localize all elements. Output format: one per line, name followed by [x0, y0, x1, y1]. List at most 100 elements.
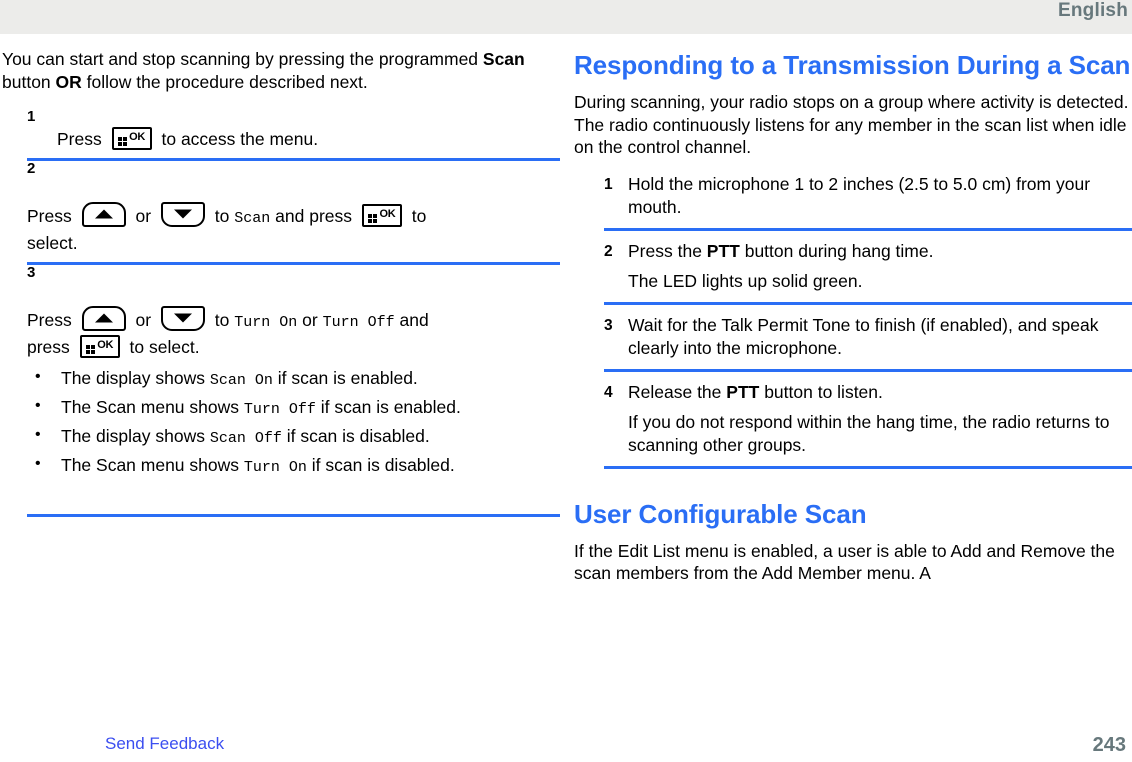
step1-after-label: to access the menu.	[161, 129, 319, 149]
triangle-up-icon	[94, 313, 113, 323]
step2-line1: Press or to Scan and press OK to	[27, 201, 560, 231]
step2-to-label2: to	[411, 206, 427, 226]
left-column-closing-rule	[27, 514, 560, 517]
list-item: The Scan menu shows Turn Off if scan is …	[27, 394, 560, 422]
bullet-text-b: if scan is enabled.	[272, 368, 418, 388]
page-footer: Send Feedback 243	[0, 716, 1132, 762]
page-title-responding-to-transmission: Responding to a Transmission During a Sc…	[574, 50, 1131, 80]
step-number: 2	[604, 242, 613, 260]
ok-key-label: OK	[379, 207, 396, 220]
step3-or-label: or	[135, 310, 152, 330]
step-number: 1	[27, 108, 36, 125]
bullet-text-b: if scan is disabled.	[306, 455, 455, 475]
triangle-down-icon	[173, 209, 192, 219]
step3-press-label2: press	[27, 337, 70, 357]
send-feedback-link[interactable]: Send Feedback	[105, 734, 224, 754]
page-number: 243	[1092, 734, 1126, 756]
step2-text-after: button during hang time.	[739, 240, 934, 261]
down-arrow-key-icon	[160, 201, 205, 227]
step-item: 3 Wait for the Talk Permit Tone to finis…	[604, 305, 1132, 372]
page-body: You can start and stop scanning by press…	[0, 34, 1132, 716]
step-item: 1 Hold the microphone 1 to 2 inches (2.5…	[604, 173, 1132, 231]
step3-main-text: Wait for the Talk Permit Tone to finish …	[628, 314, 1099, 358]
step3-press-label: Press	[27, 310, 72, 330]
step-text: Press OK to access the menu.	[27, 126, 319, 150]
step-text: Press the PTT button during hang time. T…	[628, 240, 1132, 293]
step-number: 1	[604, 175, 613, 193]
step4-text-before: Release the	[628, 381, 727, 402]
step-item: 4 Release the PTT button to listen. If y…	[604, 372, 1132, 469]
list-item: The Scan menu shows Turn On if scan is d…	[27, 452, 560, 480]
step2-text-before: Press the	[628, 240, 707, 261]
step-number: 4	[604, 383, 613, 401]
step3-line1: Press or to Turn On or Turn Off and	[27, 305, 560, 335]
step2-menu-target: Scan	[234, 210, 271, 227]
step2-and-press-label: and press	[275, 206, 353, 226]
menu-grid-icon	[86, 341, 96, 354]
bullet-mono: Turn On	[243, 459, 307, 476]
ok-key-icon: OK	[79, 334, 120, 358]
step3-option-turn-off: Turn Off	[322, 314, 395, 331]
intro-text-part1: You can start and stop scanning by press…	[2, 49, 483, 69]
down-arrow-key-icon	[160, 305, 205, 331]
right-procedure-steps: 1 Hold the microphone 1 to 2 inches (2.5…	[574, 173, 1132, 469]
intro-bold-scan: Scan	[482, 49, 525, 69]
bullet-text-a: The display shows	[61, 368, 210, 388]
ok-key-icon: OK	[111, 126, 152, 150]
intro-paragraph: You can start and stop scanning by press…	[2, 48, 560, 93]
step2-bold-ptt: PTT	[706, 240, 740, 261]
step-number: 2	[27, 160, 36, 177]
step3-select-label: to select.	[129, 337, 200, 357]
bullet-text-b: if scan is disabled.	[281, 426, 430, 446]
step4-text-after: button to listen.	[759, 381, 883, 402]
step3-notes-list: The display shows Scan On if scan is ena…	[27, 365, 560, 480]
list-item: The display shows Scan On if scan is ena…	[27, 365, 560, 393]
step1-main-text: Hold the microphone 1 to 2 inches (2.5 t…	[628, 173, 1091, 217]
bullet-mono: Scan On	[209, 372, 273, 389]
up-arrow-key-icon	[81, 305, 126, 331]
header-language-label: English	[1057, 0, 1128, 21]
step3-to-label: to	[214, 310, 230, 330]
step3-and-label: and	[399, 310, 429, 330]
step3-or-label2: or	[302, 310, 318, 330]
step-number: 3	[27, 264, 36, 281]
step3-option-turn-on: Turn On	[234, 314, 298, 331]
bullet-text-a: The Scan menu shows	[61, 455, 244, 475]
ok-key-icon: OK	[361, 203, 402, 227]
list-item: The display shows Scan Off if scan is di…	[27, 423, 560, 451]
step4-bold-ptt: PTT	[726, 381, 760, 402]
step2-result-text: The LED lights up solid green.	[628, 270, 863, 291]
right-column: Responding to a Transmission During a Sc…	[568, 48, 1132, 716]
step-text: Press or to Scan and press OK to select.	[27, 181, 560, 256]
menu-grid-icon	[368, 210, 378, 223]
ok-key-label: OK	[97, 338, 114, 351]
bullet-mono: Turn Off	[243, 401, 316, 418]
triangle-down-icon	[173, 313, 192, 323]
ok-key-label: OK	[129, 130, 146, 143]
step-text: Wait for the Talk Permit Tone to finish …	[628, 314, 1132, 360]
left-column: You can start and stop scanning by press…	[0, 48, 568, 716]
left-procedure-steps: 1 Press OK to access the menu. 2 Press o…	[2, 109, 560, 488]
step2-line2: select.	[27, 233, 78, 253]
page-header: English	[0, 0, 1132, 34]
step2-press-label: Press	[27, 206, 72, 226]
step4-result-text: If you do not respond within the hang ti…	[628, 411, 1110, 455]
page-title-user-configurable-scan: User Configurable Scan	[574, 498, 867, 529]
step2-to-label: to	[214, 206, 230, 226]
step3-line2: press OK to select.	[27, 334, 560, 360]
triangle-up-icon	[94, 209, 113, 219]
bullet-text-a: The display shows	[61, 426, 210, 446]
step-text: Release the PTT button to listen. If you…	[628, 381, 1132, 457]
menu-grid-icon	[118, 133, 128, 146]
bullet-text-b: if scan is enabled.	[315, 397, 461, 417]
intro-bold-or: OR	[55, 71, 82, 92]
step2-or-label: or	[135, 206, 152, 226]
step-item: 3 Press or to Turn On or Turn Off and pr…	[27, 265, 560, 488]
intro-text-part2: button	[2, 71, 56, 92]
step-item: 2 Press or to Scan and press OK to selec…	[27, 161, 560, 265]
step-text: Hold the microphone 1 to 2 inches (2.5 t…	[628, 173, 1132, 219]
up-arrow-key-icon	[81, 201, 126, 227]
step-item: 2 Press the PTT button during hang time.…	[604, 231, 1132, 305]
section2-intro-paragraph: If the Edit List menu is enabled, a user…	[574, 540, 1115, 584]
step-text: Press or to Turn On or Turn Off and pres…	[27, 285, 560, 480]
